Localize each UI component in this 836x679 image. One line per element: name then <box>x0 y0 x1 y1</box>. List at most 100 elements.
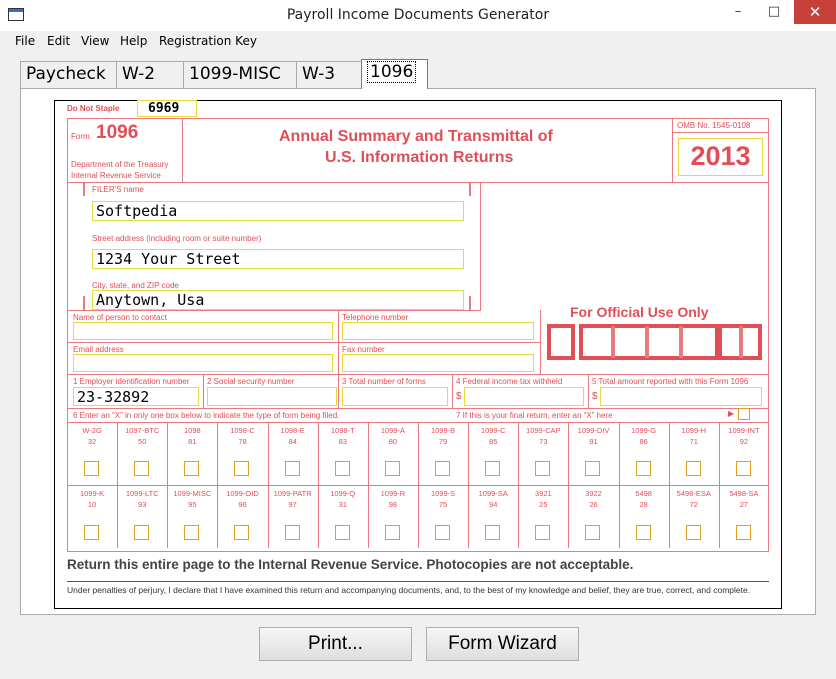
form-type-checkbox[interactable] <box>134 461 150 476</box>
form-type-code: 93 <box>138 500 147 509</box>
menu-file[interactable]: File <box>15 34 35 48</box>
tab-1096[interactable]: 1096 <box>361 59 428 89</box>
final-return-checkbox[interactable] <box>738 408 750 420</box>
form-type-checkbox[interactable] <box>635 461 651 476</box>
rule <box>672 118 673 182</box>
rule <box>67 408 769 409</box>
form-type-checkbox[interactable] <box>735 525 751 540</box>
phone-field[interactable] <box>342 322 534 340</box>
form-type-checkbox[interactable] <box>585 525 601 540</box>
form-type-name: 1099-INT <box>728 426 760 435</box>
staple-code-field[interactable]: 6969 <box>137 100 197 117</box>
rule <box>67 374 769 375</box>
official-use-divider <box>739 326 743 358</box>
form-type-checkbox[interactable] <box>234 461 250 476</box>
form-type-name: 3921 <box>535 489 552 498</box>
maximize-button[interactable]: □ <box>760 0 788 24</box>
form-type-code: 71 <box>689 437 698 446</box>
form-type-code: 85 <box>489 437 498 446</box>
ein-field[interactable]: 23-32892 <box>73 387 199 406</box>
form-type-cell: 1099-MISC 95 <box>167 486 217 548</box>
form-type-checkbox[interactable] <box>234 525 250 540</box>
rule <box>67 485 769 486</box>
form-type-checkbox[interactable] <box>384 461 400 476</box>
form-type-checkbox[interactable] <box>535 525 551 540</box>
rule <box>182 118 183 182</box>
form-type-checkbox[interactable] <box>184 461 200 476</box>
form-type-name: 1098 <box>184 426 201 435</box>
return-note: Return this entire page to the Internal … <box>67 557 634 572</box>
form-type-checkbox[interactable] <box>284 461 300 476</box>
form-type-cell: 1099-A 80 <box>367 423 418 485</box>
form-type-name: 1098-C <box>230 426 255 435</box>
form-type-cell: 1099-LTC 93 <box>117 486 167 548</box>
form-type-checkbox[interactable] <box>535 461 551 476</box>
form-type-checkbox[interactable] <box>685 461 701 476</box>
form-type-checkbox[interactable] <box>435 461 451 476</box>
form-type-checkbox[interactable] <box>284 525 300 540</box>
email-field[interactable] <box>73 354 333 372</box>
total-amount-field[interactable] <box>600 387 762 406</box>
rule <box>540 310 541 374</box>
corner-mark <box>83 296 85 310</box>
form-type-checkbox[interactable] <box>184 525 200 540</box>
fed-tax-field[interactable] <box>464 387 584 406</box>
form-type-code: 80 <box>388 437 398 446</box>
form-type-code: 25 <box>539 500 548 509</box>
form-type-checkbox[interactable] <box>84 525 100 540</box>
form-type-checkbox[interactable] <box>334 525 350 540</box>
menu-view[interactable]: View <box>81 34 109 48</box>
form-type-name: 1099-A <box>380 426 405 435</box>
form-type-code: 96 <box>238 500 247 509</box>
close-button[interactable]: ✕ <box>794 0 836 24</box>
tab-1099-misc[interactable]: 1099-MISC <box>183 61 297 88</box>
corner-mark <box>83 182 85 196</box>
form-type-code: 31 <box>338 500 347 509</box>
form-type-checkbox[interactable] <box>435 525 451 540</box>
menu-registration-key[interactable]: Registration Key <box>159 34 257 48</box>
form-type-checkbox[interactable] <box>585 461 601 476</box>
form-type-checkbox[interactable] <box>134 525 150 540</box>
form-type-name: 1099-OID <box>226 489 259 498</box>
form-type-cell: 1098 81 <box>167 423 217 485</box>
form-type-checkbox[interactable] <box>334 461 350 476</box>
menu-edit[interactable]: Edit <box>47 34 70 48</box>
form-type-checkbox[interactable] <box>485 525 501 540</box>
minimize-button[interactable]: – <box>724 0 752 24</box>
total-forms-field[interactable] <box>342 387 448 406</box>
corner-mark <box>469 182 471 196</box>
rule <box>588 374 589 408</box>
form-type-checkbox[interactable] <box>84 461 100 476</box>
form-type-code: 83 <box>338 437 347 446</box>
tab-w2[interactable]: W-2 <box>116 61 184 88</box>
fax-label: Fax number <box>342 345 385 354</box>
form-type-checkbox[interactable] <box>735 461 751 476</box>
form-type-checkbox[interactable] <box>485 461 501 476</box>
form-type-name: 1099-Q <box>330 489 356 498</box>
contact-field[interactable] <box>73 322 333 340</box>
form-type-name: 1099-H <box>681 426 707 435</box>
filer-name-field[interactable]: Softpedia <box>92 201 464 221</box>
form-type-name: 1099-S <box>430 489 456 498</box>
form-type-checkbox[interactable] <box>635 525 651 540</box>
email-label: Email address <box>73 345 124 354</box>
form-wizard-button[interactable]: Form Wizard <box>426 627 579 661</box>
ssn-field[interactable] <box>207 387 337 406</box>
city-field[interactable]: Anytown, Usa <box>92 290 464 310</box>
form-type-checkbox[interactable] <box>384 525 400 540</box>
form-type-cell: 1099-B 79 <box>418 423 468 485</box>
form-type-name: 5498-SA <box>729 489 759 498</box>
print-button[interactable]: Print... <box>259 627 412 661</box>
fax-field[interactable] <box>342 354 534 372</box>
form-type-code: 72 <box>689 500 698 509</box>
tab-w3[interactable]: W-3 <box>296 61 362 88</box>
form-title-line2: U.S. Information Returns <box>325 149 514 166</box>
form-type-cell: 1098-T 83 <box>317 423 368 485</box>
do-not-staple-label: Do Not Staple <box>67 104 120 113</box>
menu-help[interactable]: Help <box>120 34 147 48</box>
tab-paycheck[interactable]: Paycheck <box>20 61 117 88</box>
official-use-box <box>547 324 575 360</box>
form-type-checkbox[interactable] <box>685 525 701 540</box>
rule <box>67 182 769 183</box>
street-field[interactable]: 1234 Your Street <box>92 249 464 269</box>
